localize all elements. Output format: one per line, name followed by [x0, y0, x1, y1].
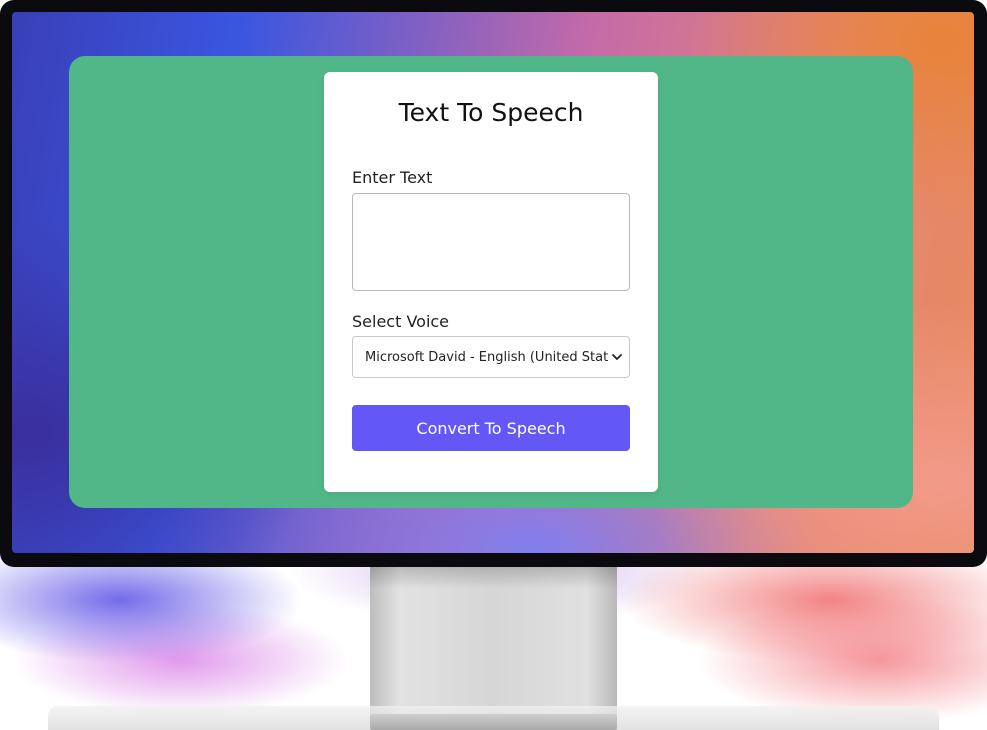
text-to-speech-card: Text To Speech Enter Text Select Voice M… [324, 72, 658, 492]
monitor-bezel: Text To Speech Enter Text Select Voice M… [0, 0, 987, 567]
monitor-base-center [370, 714, 617, 730]
monitor-screen: Text To Speech Enter Text Select Voice M… [12, 12, 974, 553]
chevron-down-icon [612, 354, 622, 360]
text-field-label: Enter Text [352, 168, 433, 187]
voice-select[interactable]: Microsoft David - English (United States… [352, 336, 630, 378]
text-input[interactable] [352, 193, 630, 291]
app-panel: Text To Speech Enter Text Select Voice M… [69, 56, 913, 508]
monitor-stand [370, 567, 617, 717]
voice-field-label: Select Voice [352, 312, 450, 331]
voice-select-value: Microsoft David - English (United States… [365, 349, 609, 365]
page-title: Text To Speech [398, 98, 584, 127]
convert-to-speech-button[interactable]: Convert To Speech [352, 405, 630, 451]
stand-shadow [370, 567, 617, 589]
